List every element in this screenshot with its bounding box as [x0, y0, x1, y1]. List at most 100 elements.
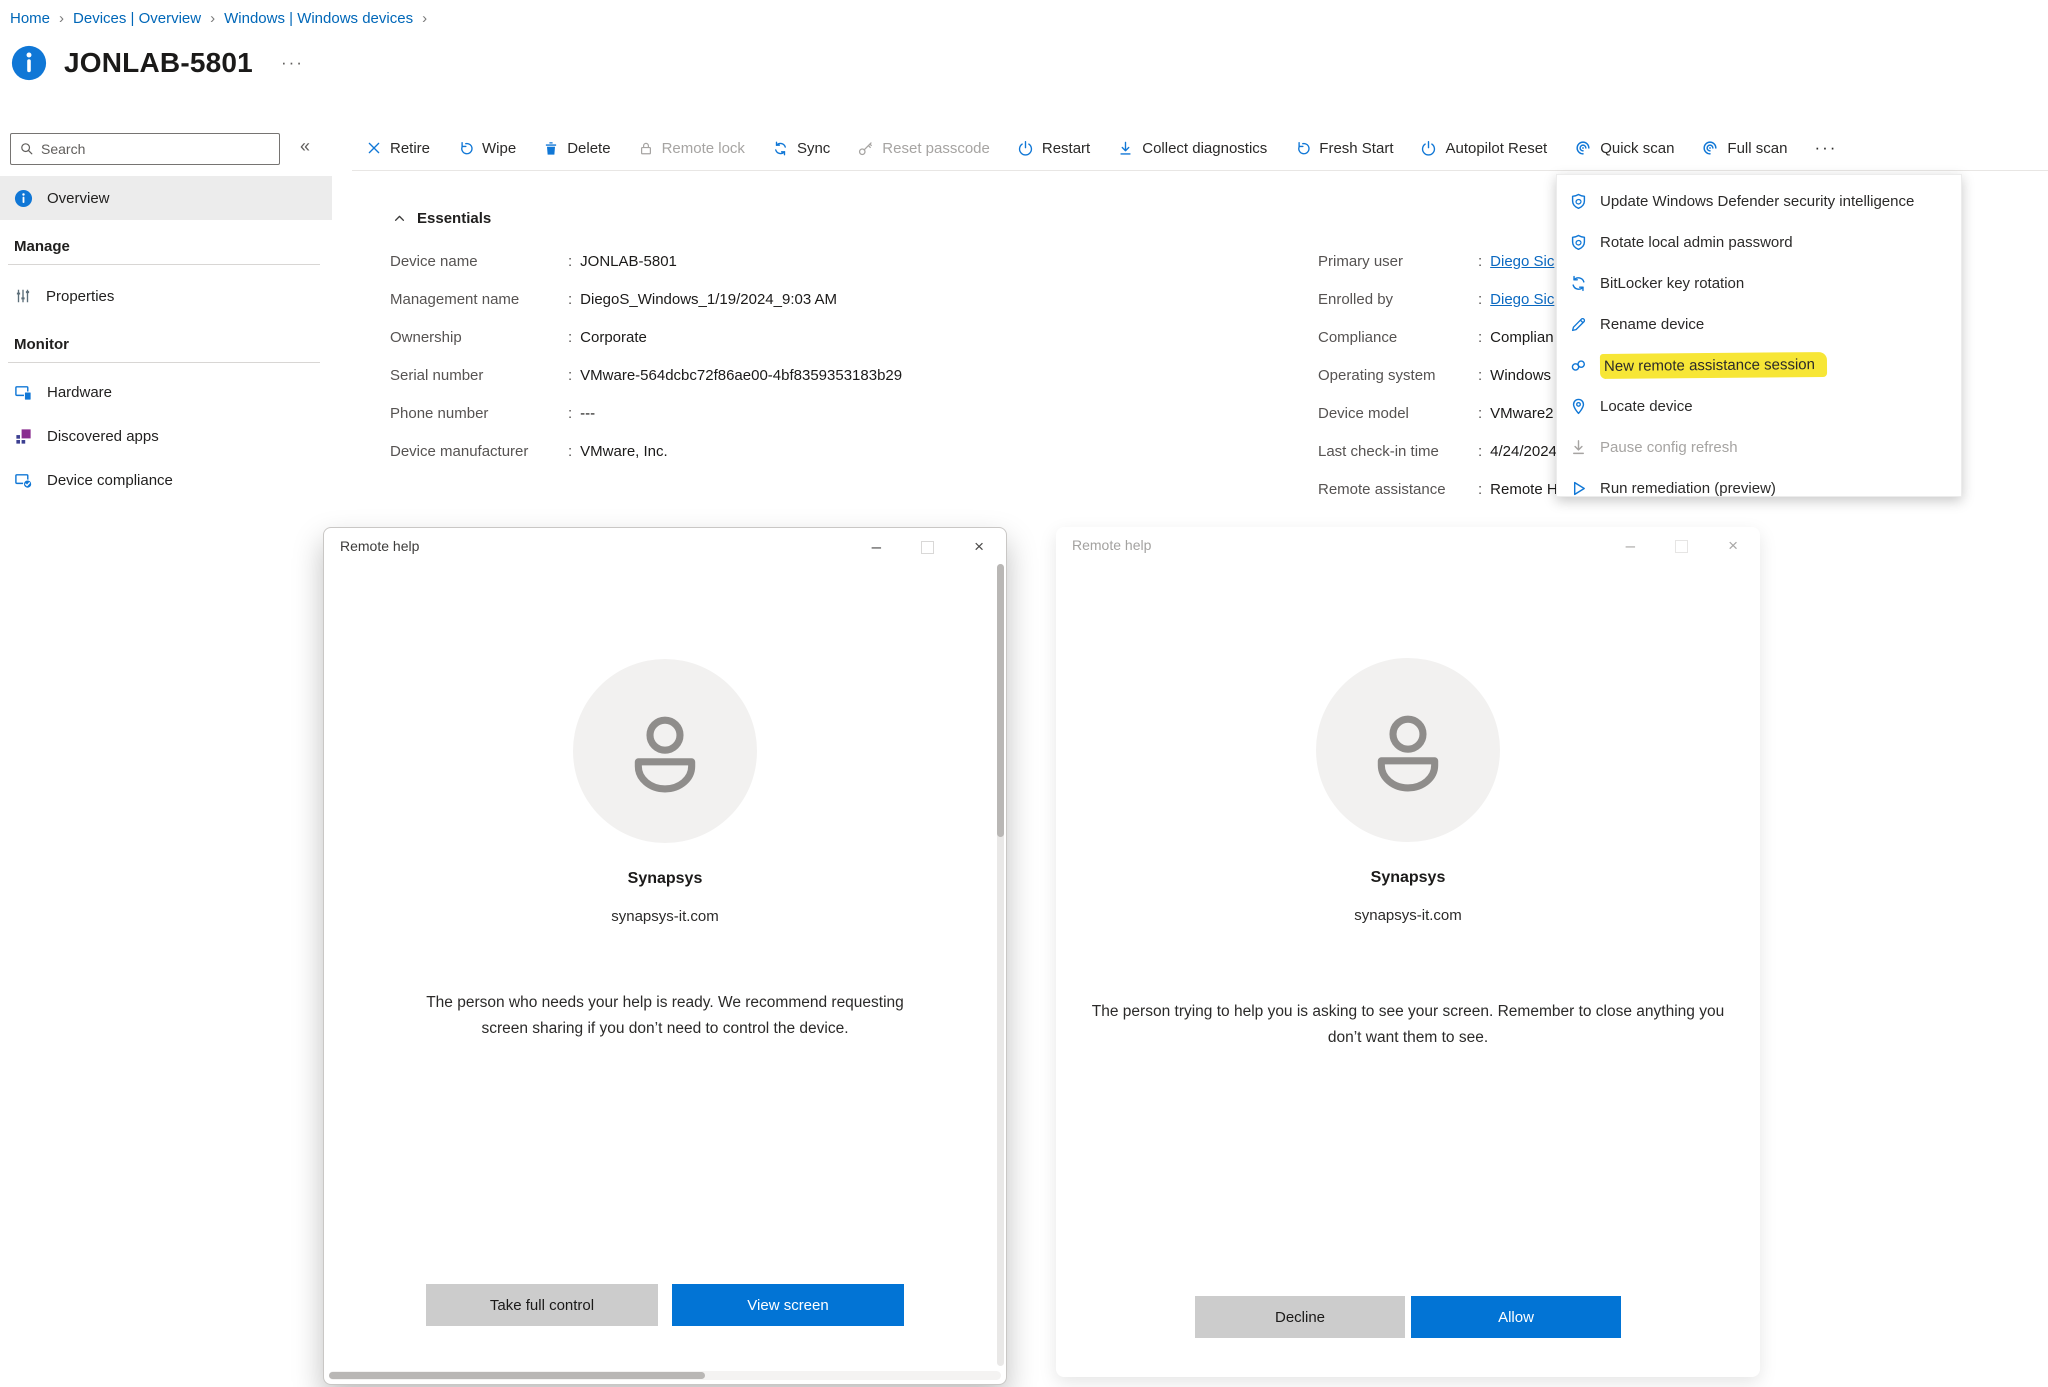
delete-button[interactable]: Delete [543, 140, 610, 157]
menu-item-label: Rename device [1600, 316, 1704, 333]
field-label: Ownership [390, 329, 568, 346]
field-value: DiegoS_Windows_1/19/2024_9:03 AM [580, 291, 837, 308]
menu-item-new-remote-assistance[interactable]: New remote assistance session [1557, 345, 1961, 386]
take-full-control-button[interactable]: Take full control [426, 1284, 658, 1326]
breadcrumb-home[interactable]: Home [10, 10, 50, 27]
minimize-icon[interactable]: – [1626, 533, 1635, 559]
chevron-right-icon: › [422, 10, 427, 27]
title-more-button[interactable]: ··· [281, 53, 304, 73]
field-label: Last check-in time [1318, 443, 1478, 460]
fresh-start-icon [1294, 140, 1311, 157]
enrolled-by-link[interactable]: Diego Sic [1490, 291, 1554, 308]
collect-diagnostics-button[interactable]: Collect diagnostics [1117, 140, 1267, 157]
pencil-icon [1569, 315, 1588, 334]
person-icon [1358, 700, 1458, 800]
menu-item-rotate-admin-password[interactable]: Rotate local admin password [1557, 222, 1961, 263]
chevron-up-icon [392, 211, 407, 226]
toolbar-label: Retire [390, 140, 430, 157]
maximize-icon[interactable] [921, 541, 934, 554]
sidebar-item-device-compliance[interactable]: Device compliance [0, 458, 332, 502]
field-value: VMware-564dcbc72f86ae00-4bf8359353183b29 [580, 367, 902, 384]
sidebar-item-properties[interactable]: Properties [0, 274, 332, 318]
remote-help-window-helper: Remote help – × Synapsys synapsys-it.com… [323, 527, 1007, 1385]
toolbar-label: Full scan [1727, 140, 1787, 157]
breadcrumb-devices-overview[interactable]: Devices | Overview [73, 10, 201, 27]
restart-button[interactable]: Restart [1017, 140, 1090, 157]
essentials-left-column: Device name:JONLAB-5801 Management name:… [390, 242, 902, 470]
horizontal-scrollbar[interactable] [329, 1371, 1001, 1380]
field-label: Management name [390, 291, 568, 308]
colon: : [568, 329, 572, 346]
window-title: Remote help [1072, 537, 1151, 553]
autopilot-reset-button[interactable]: Autopilot Reset [1420, 140, 1547, 157]
menu-item-rename-device[interactable]: Rename device [1557, 304, 1961, 345]
collect-diagnostics-icon [1117, 140, 1134, 157]
breadcrumb-windows-devices[interactable]: Windows | Windows devices [224, 10, 413, 27]
minimize-icon[interactable]: – [872, 534, 881, 560]
menu-item-bitlocker-rotation[interactable]: BitLocker key rotation [1557, 263, 1961, 304]
quick-scan-button[interactable]: Quick scan [1574, 139, 1674, 157]
dialog-buttons: Decline Allow [1056, 1296, 1760, 1338]
reset-passcode-icon [857, 140, 874, 157]
toolbar-label: Quick scan [1600, 140, 1674, 157]
org-name: Synapsys [324, 870, 1006, 888]
reset-passcode-button[interactable]: Reset passcode [857, 140, 990, 157]
autopilot-reset-icon [1420, 140, 1437, 157]
divider [8, 264, 320, 265]
sidebar-item-overview[interactable]: Overview [0, 176, 332, 220]
search-icon [19, 141, 35, 157]
menu-item-pause-config-refresh[interactable]: Pause config refresh [1557, 427, 1961, 468]
vertical-scrollbar[interactable] [997, 564, 1004, 1366]
toolbar-label: Wipe [482, 140, 516, 157]
field-label: Device manufacturer [390, 443, 568, 460]
fresh-start-button[interactable]: Fresh Start [1294, 140, 1393, 157]
menu-item-update-defender[interactable]: Update Windows Defender security intelli… [1557, 181, 1961, 222]
person-icon [615, 701, 715, 801]
window-controls: – × [1626, 533, 1738, 559]
sidebar-item-label: Hardware [47, 384, 112, 401]
close-icon[interactable]: × [974, 534, 984, 560]
toolbar-label: Sync [797, 140, 830, 157]
org-domain: synapsys-it.com [1056, 907, 1760, 924]
wipe-button[interactable]: Wipe [457, 140, 516, 157]
primary-user-link[interactable]: Diego Sic [1490, 253, 1554, 270]
field-device-model: Device model:VMware2 [1318, 394, 1558, 432]
essentials-header[interactable]: Essentials [392, 210, 491, 227]
menu-item-label: Pause config refresh [1600, 439, 1738, 456]
colon: : [568, 405, 572, 422]
field-value: --- [580, 405, 595, 422]
colon: : [568, 367, 572, 384]
view-screen-button[interactable]: View screen [672, 1284, 904, 1326]
colon: : [1478, 443, 1482, 460]
retire-button[interactable]: Retire [366, 140, 430, 157]
field-label: Compliance [1318, 329, 1478, 346]
field-primary-user: Primary user:Diego Sic [1318, 242, 1558, 280]
full-scan-button[interactable]: Full scan [1701, 139, 1787, 157]
sidebar-item-discovered-apps[interactable]: Discovered apps [0, 414, 332, 458]
colon: : [568, 443, 572, 460]
menu-item-run-remediation[interactable]: Run remediation (preview) [1557, 468, 1961, 497]
remote-lock-button[interactable]: Remote lock [638, 140, 745, 157]
menu-item-locate-device[interactable]: Locate device [1557, 386, 1961, 427]
info-icon [10, 44, 48, 82]
sidebar-item-hardware[interactable]: Hardware [0, 370, 332, 414]
maximize-icon[interactable] [1675, 540, 1688, 553]
field-operating-system: Operating system:Windows [1318, 356, 1558, 394]
toolbar-more-button[interactable]: ··· [1814, 138, 1837, 158]
close-icon[interactable]: × [1728, 533, 1738, 559]
delete-icon [543, 140, 559, 157]
field-serial-number: Serial number:VMware-564dcbc72f86ae00-4b… [390, 356, 902, 394]
sync-button[interactable]: Sync [772, 140, 830, 157]
toolbar-label: Restart [1042, 140, 1090, 157]
allow-button[interactable]: Allow [1411, 1296, 1621, 1338]
location-pin-icon [1569, 397, 1588, 416]
sidebar-collapse-button[interactable]: « [300, 136, 310, 157]
field-enrolled-by: Enrolled by:Diego Sic [1318, 280, 1558, 318]
sidebar-item-label: Device compliance [47, 472, 173, 489]
field-label: Phone number [390, 405, 568, 422]
field-value: 4/24/2024 [1490, 443, 1557, 460]
field-value: VMware, Inc. [580, 443, 668, 460]
search-input[interactable] [41, 141, 279, 157]
device-compliance-icon [14, 471, 33, 490]
decline-button[interactable]: Decline [1195, 1296, 1405, 1338]
